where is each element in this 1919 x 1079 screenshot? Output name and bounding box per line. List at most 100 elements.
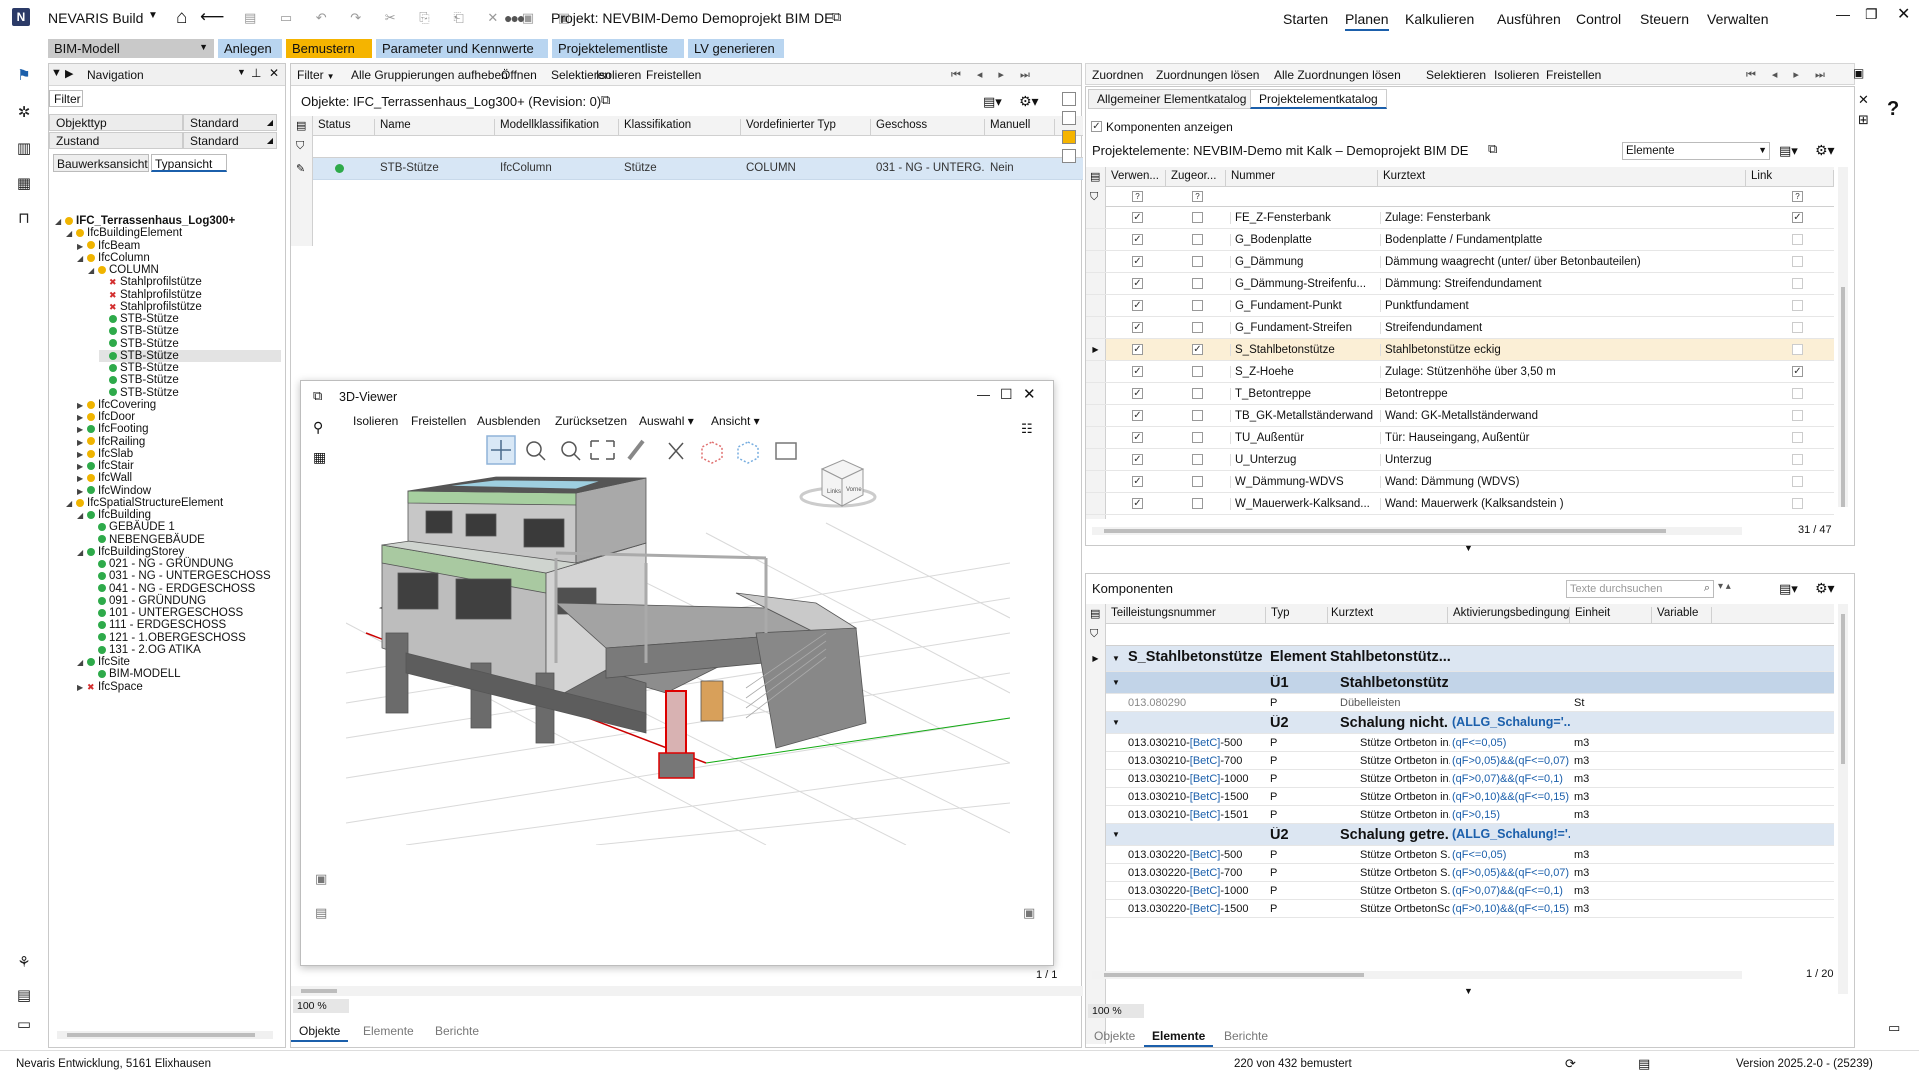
- objects-title-link-icon[interactable]: ⧉: [601, 92, 610, 108]
- used-checkbox[interactable]: ✓: [1132, 300, 1143, 311]
- row-selector[interactable]: [1086, 361, 1106, 382]
- used-checkbox[interactable]: ✓: [1132, 212, 1143, 223]
- used-checkbox[interactable]: ✓: [1132, 256, 1143, 267]
- row-selector[interactable]: [1086, 207, 1106, 228]
- collapsed-icon[interactable]: ▶: [77, 461, 87, 473]
- used-checkbox[interactable]: ✓: [1132, 234, 1143, 245]
- restore-icon[interactable]: ❐: [1865, 6, 1878, 23]
- catalog-row[interactable]: ✓ TB_GK-Metallständerwand Wand: GK-Metalls…: [1086, 405, 1834, 427]
- tree-node[interactable]: ▶ IfcWindow: [77, 485, 151, 497]
- table-row[interactable]: STB-Stütze IfcColumn Stütze COLUMN 031 - NG …: [313, 158, 1083, 180]
- tree-node[interactable]: ◢ IFC_Terrassenhaus_Log300+: [55, 215, 235, 227]
- catalog-row[interactable]: ✓ U_Unterzug Unterzug: [1086, 449, 1834, 471]
- flow-icon[interactable]: ⚘: [14, 953, 34, 973]
- nav-menu-icon[interactable]: ▼: [237, 67, 246, 77]
- catalog-col-header[interactable]: Kurztext: [1378, 170, 1746, 186]
- components-filter-icon[interactable]: ⛉: [1090, 628, 1098, 641]
- catalog-row[interactable]: ✓ W_Mauerwerk-Kalksand... Wand: Mauerwerk …: [1086, 493, 1834, 515]
- collapsed-icon[interactable]: ▶: [77, 437, 87, 449]
- tree-node[interactable]: 111 - ERDGESCHOSS: [88, 619, 226, 631]
- tree-node[interactable]: 091 - GRÜNDUNG: [88, 595, 206, 607]
- expanded-icon[interactable]: ◢: [77, 657, 87, 669]
- calculator-icon[interactable]: ▥: [14, 139, 34, 159]
- row-selector[interactable]: [1086, 405, 1106, 426]
- components-col-header[interactable]: Kurztext: [1326, 607, 1448, 623]
- row-selector[interactable]: [1086, 471, 1106, 492]
- collapse-icon[interactable]: ▼: [1112, 678, 1120, 687]
- list-icon[interactable]: ▤: [14, 986, 34, 1006]
- viewer-list-icon[interactable]: ☷: [1021, 421, 1033, 437]
- expanded-icon[interactable]: ◢: [66, 498, 76, 510]
- catalog-row[interactable]: ✓ G_Fundament-Punkt Punktfundament: [1086, 295, 1834, 317]
- model-tool-icon[interactable]: ⚑: [14, 66, 34, 86]
- building-model[interactable]: Links Vorne: [346, 433, 1010, 845]
- components-splitter-icon[interactable]: ▼: [1464, 986, 1473, 996]
- component-row[interactable]: 013.030210-[BetC]-1500 P Stütze Ortbeton i…: [1086, 788, 1834, 806]
- catalog-settings-icon[interactable]: ⚙▾: [1815, 142, 1835, 159]
- right-toolbar-2[interactable]: Alle Zuordnungen lösen: [1274, 68, 1401, 82]
- catalog-vscrollbar[interactable]: [1838, 167, 1848, 507]
- ribbon-button-4[interactable]: LV generieren: [688, 39, 784, 58]
- collapsed-icon[interactable]: ▶: [77, 412, 87, 424]
- row-selector[interactable]: [1086, 770, 1106, 788]
- components-col-header[interactable]: Einheit: [1570, 607, 1652, 623]
- catalog-row[interactable]: ✓ T_Betontreppe Betontreppe: [1086, 383, 1834, 405]
- catalog-tab-1[interactable]: Projektelementkatalog: [1250, 89, 1387, 109]
- collapse-icon[interactable]: ▼: [1112, 830, 1120, 839]
- tree-node[interactable]: ◢ IfcBuilding: [77, 509, 151, 521]
- menu-planen[interactable]: Planen: [1345, 11, 1389, 31]
- tree-node[interactable]: STB-Stütze: [99, 325, 179, 337]
- catalog-filter-row[interactable]: ? ? ?: [1106, 187, 1834, 207]
- components-filter-row[interactable]: [1106, 624, 1834, 646]
- tree-node[interactable]: ✖ Stahlprofilstütze: [99, 289, 202, 301]
- catalog-col-header[interactable]: Link: [1746, 170, 1834, 186]
- objects-col-header[interactable]: Klassifikation: [619, 119, 741, 135]
- tree-node[interactable]: STB-Stütze: [99, 387, 179, 399]
- components-search-options-icon[interactable]: ▾ ▴: [1718, 581, 1731, 592]
- components-search-input[interactable]: Texte durchsuchen ⌕: [1566, 580, 1714, 598]
- assigned-checkbox[interactable]: [1192, 410, 1203, 421]
- assigned-checkbox[interactable]: [1192, 476, 1203, 487]
- catalog-splitter-icon[interactable]: ▼: [1464, 543, 1473, 553]
- assigned-checkbox[interactable]: [1192, 278, 1203, 289]
- right-panel-icon[interactable]: ▣: [1853, 66, 1864, 80]
- component-row[interactable]: 013.030220-[BetC]-1000 P Stütze Ortbeton S…: [1086, 882, 1834, 900]
- objects-tab-1[interactable]: Elemente: [355, 1022, 422, 1040]
- tree-node[interactable]: ▶ IfcFooting: [77, 423, 149, 435]
- tree-node[interactable]: ▶ IfcStair: [77, 460, 134, 472]
- viewer-minimize-icon[interactable]: —: [977, 387, 990, 402]
- viewer-menu-2[interactable]: Ausblenden: [477, 414, 540, 428]
- tree-node[interactable]: ◢ IfcColumn: [77, 252, 150, 264]
- viewer-filter-icon[interactable]: ⚲: [313, 419, 323, 436]
- tree-node[interactable]: BIM-MODELL: [88, 668, 181, 680]
- viewer-tool-bottom1-icon[interactable]: ▣: [315, 871, 327, 887]
- row-selector[interactable]: [1086, 712, 1106, 734]
- tree-node[interactable]: 131 - 2.OG ATIKA: [88, 644, 201, 656]
- catalog-tab-0[interactable]: Allgemeiner Elementkatalog: [1088, 89, 1256, 109]
- nav-collapse-icon[interactable]: ▼: [51, 67, 62, 79]
- link-checkbox[interactable]: [1792, 234, 1803, 245]
- right-expand-icon[interactable]: ⊞: [1858, 112, 1869, 128]
- used-checkbox[interactable]: ✓: [1132, 498, 1143, 509]
- collapsed-icon[interactable]: ▶: [77, 449, 87, 461]
- catalog-col-header[interactable]: Zugeor...: [1166, 170, 1226, 186]
- assigned-checkbox[interactable]: [1192, 256, 1203, 267]
- tree-node[interactable]: STB-Stütze: [99, 338, 179, 350]
- nav-hscrollbar[interactable]: [57, 1031, 273, 1039]
- collapse-icon[interactable]: ▼: [1112, 654, 1120, 663]
- viewer-menu-0[interactable]: Isolieren: [353, 414, 398, 428]
- tree-node[interactable]: ▶ IfcDoor: [77, 411, 135, 423]
- help-icon[interactable]: ?: [1887, 98, 1899, 121]
- objects-col-header[interactable]: Manuell: [985, 119, 1055, 135]
- minimize-icon[interactable]: —: [1836, 6, 1850, 22]
- objects-col-header[interactable]: Status: [313, 119, 375, 135]
- assigned-checkbox[interactable]: [1192, 454, 1203, 465]
- catalog-row[interactable]: ✓ TÜ_Außentür Tür: Hauseingang, Außentür: [1086, 427, 1834, 449]
- row-selector[interactable]: ▶: [1086, 339, 1106, 360]
- right-edge-panel-icon[interactable]: ▭: [1888, 1020, 1900, 1036]
- objects-toolbar-5[interactable]: Freistellen: [646, 68, 701, 82]
- row-selector[interactable]: ▶: [1086, 646, 1106, 672]
- menu-kalkulieren[interactable]: Kalkulieren: [1405, 11, 1474, 27]
- tree-node[interactable]: 031 - NG - UNTERGESCHOSS: [88, 570, 271, 582]
- tree-node[interactable]: ◢ IfcSite: [77, 656, 130, 668]
